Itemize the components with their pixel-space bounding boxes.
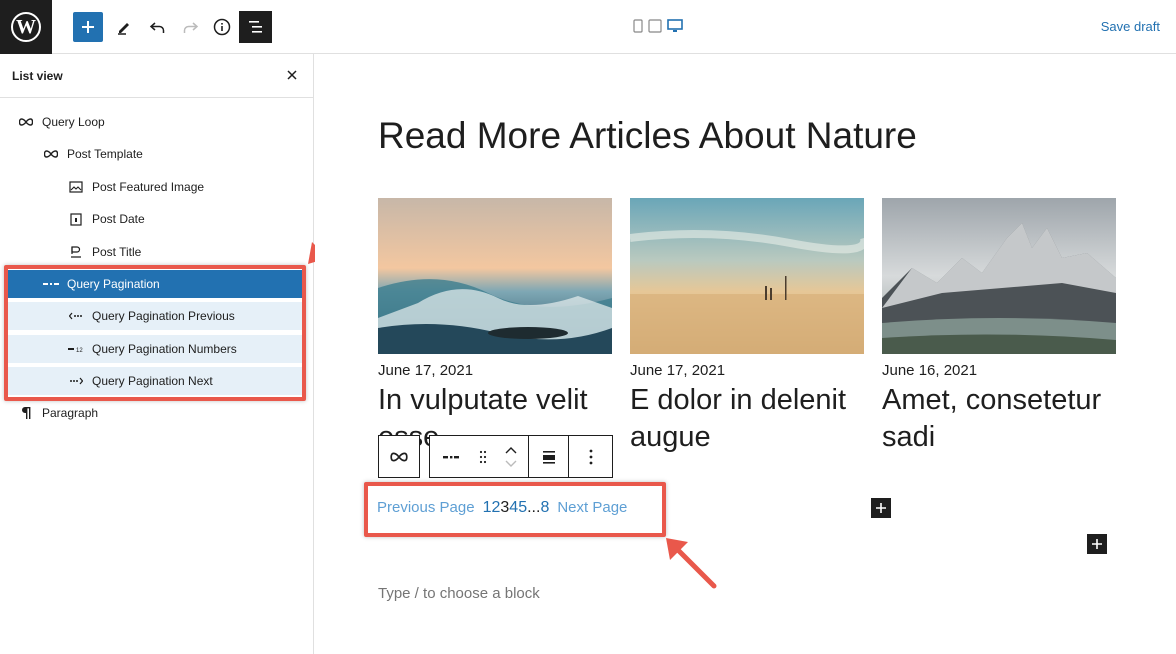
page-number-current: 3 xyxy=(500,499,510,516)
edit-tools-button[interactable] xyxy=(110,12,140,42)
post-featured-image[interactable] xyxy=(630,198,864,354)
page-ellipsis: ... xyxy=(527,499,541,516)
post-featured-image[interactable] xyxy=(378,198,612,354)
close-list-view-button[interactable] xyxy=(283,66,301,84)
save-draft-button[interactable]: Save draft xyxy=(1101,19,1160,34)
pagination-previous-icon xyxy=(66,308,86,324)
info-icon xyxy=(213,18,231,36)
block-appender-placeholder[interactable]: Type / to choose a block xyxy=(378,585,540,602)
list-item-label: Query Pagination Numbers xyxy=(92,342,237,356)
move-block-controls xyxy=(494,436,528,477)
post-title[interactable]: E dolor in delenit augue xyxy=(630,382,870,456)
list-item-label: Query Loop xyxy=(42,115,105,129)
align-button[interactable] xyxy=(528,436,568,477)
chevron-up-icon[interactable] xyxy=(505,446,517,454)
list-item-label: Post Template xyxy=(67,147,143,161)
post-card: June 16, 2021 Amet, consetetur sadi xyxy=(882,198,1116,453)
redo-button[interactable] xyxy=(175,12,205,42)
plus-icon xyxy=(82,21,94,33)
list-view-title: List view xyxy=(12,69,63,83)
pagination-numbers-icon: 12 xyxy=(66,341,86,357)
post-featured-image[interactable] xyxy=(882,198,1116,354)
inline-add-block-button[interactable] xyxy=(871,498,891,518)
editor-top-toolbar: W Save draft xyxy=(0,0,1176,54)
drag-handle-icon xyxy=(479,450,487,463)
append-block-button[interactable] xyxy=(1087,534,1107,554)
post-date: June 16, 2021 xyxy=(882,362,978,379)
loop-icon xyxy=(16,114,36,130)
pagination-icon xyxy=(443,455,459,458)
paragraph-icon xyxy=(16,405,36,421)
more-vertical-icon xyxy=(589,449,592,464)
list-view-button[interactable] xyxy=(239,11,272,43)
undo-button[interactable] xyxy=(143,12,173,42)
add-block-button[interactable] xyxy=(73,12,103,42)
block-controls-group xyxy=(429,435,613,478)
editor-canvas: Read More Articles About Nature June 17,… xyxy=(315,55,1176,654)
drag-handle[interactable] xyxy=(472,436,494,477)
block-type-button[interactable] xyxy=(430,436,472,477)
desktop-icon[interactable] xyxy=(667,19,683,33)
pagination-icon xyxy=(41,276,61,292)
chevron-down-icon[interactable] xyxy=(505,460,517,467)
plus-icon xyxy=(1092,539,1102,549)
post-card: June 17, 2021 In vulputate velit esse xyxy=(378,198,612,453)
list-item-query-pagination-previous[interactable]: Query Pagination Previous xyxy=(8,302,302,330)
details-button[interactable] xyxy=(207,12,237,42)
align-icon xyxy=(542,450,555,464)
list-item-query-pagination-next[interactable]: Query Pagination Next xyxy=(8,367,302,395)
pencil-icon xyxy=(118,23,129,35)
parent-block-group xyxy=(378,435,420,478)
pagination-previous-link[interactable]: Previous Page xyxy=(377,499,475,516)
mobile-icon[interactable] xyxy=(633,19,643,33)
list-item-label: Query Pagination xyxy=(67,277,160,291)
select-parent-button[interactable] xyxy=(379,436,419,477)
list-item-post-title[interactable]: Post Title xyxy=(0,238,313,266)
pagination-next-icon xyxy=(66,373,86,389)
wordpress-logo-icon[interactable]: W xyxy=(0,0,52,54)
list-item-query-loop[interactable]: Query Loop xyxy=(0,108,313,136)
page-number[interactable]: 4 xyxy=(509,499,518,516)
list-item-post-template[interactable]: Post Template xyxy=(0,140,313,168)
list-item-label: Post Featured Image xyxy=(92,180,205,194)
pagination-numbers: 12345...8 xyxy=(483,499,550,517)
list-item-query-pagination[interactable]: Query Pagination xyxy=(8,270,302,298)
list-item-post-date[interactable]: Post Date xyxy=(0,205,313,233)
more-options-button[interactable] xyxy=(568,436,612,477)
block-toolbar xyxy=(378,435,613,478)
list-view-icon xyxy=(248,21,262,33)
post-title[interactable]: Amet, consetetur sadi xyxy=(882,382,1122,456)
page-number[interactable]: 5 xyxy=(518,499,527,516)
list-item-query-pagination-numbers[interactable]: 12 Query Pagination Numbers xyxy=(8,335,302,363)
list-item-label: Query Pagination Previous xyxy=(92,309,235,323)
list-item-label: Query Pagination Next xyxy=(92,374,213,388)
pagination-next-link[interactable]: Next Page xyxy=(557,499,627,516)
list-item-post-featured-image[interactable]: Post Featured Image xyxy=(0,173,313,201)
title-icon xyxy=(66,244,86,260)
device-preview xyxy=(633,19,683,33)
post-card: June 17, 2021 E dolor in delenit augue xyxy=(630,198,864,453)
tablet-icon[interactable] xyxy=(648,19,662,33)
page-number[interactable]: 8 xyxy=(540,499,549,516)
list-item-paragraph[interactable]: Paragraph xyxy=(0,399,313,427)
list-item-label: Post Date xyxy=(92,212,145,226)
list-view-header: List view xyxy=(0,54,313,98)
list-item-label: Paragraph xyxy=(42,406,99,420)
close-icon xyxy=(287,70,297,80)
page-heading[interactable]: Read More Articles About Nature xyxy=(378,115,917,157)
loop-icon xyxy=(390,452,408,461)
post-date: June 17, 2021 xyxy=(630,362,726,379)
calendar-icon xyxy=(66,211,86,227)
loop-icon xyxy=(41,146,61,162)
list-item-label: Post Title xyxy=(92,245,142,259)
query-pagination: Previous Page 12345...8 Next Page xyxy=(377,499,627,517)
redo-icon xyxy=(183,22,199,33)
undo-icon xyxy=(149,22,165,33)
plus-icon xyxy=(876,503,886,513)
post-date: June 17, 2021 xyxy=(378,362,474,379)
image-icon xyxy=(66,179,86,195)
svg-text:12: 12 xyxy=(76,348,83,353)
